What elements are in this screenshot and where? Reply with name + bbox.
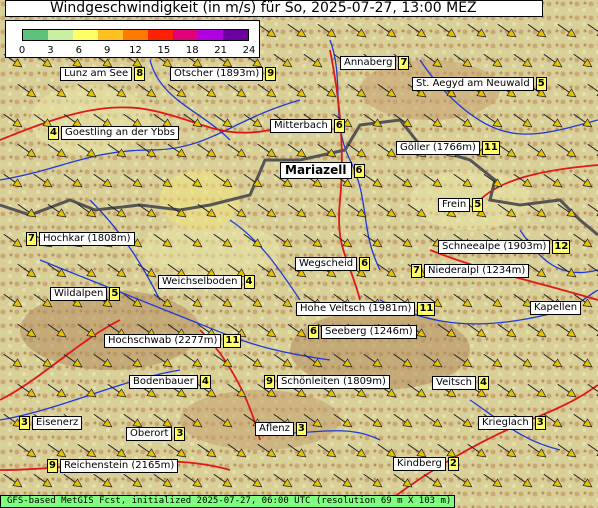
- place-label-hoheveitsch: Hohe Veitsch (1981m): [296, 302, 416, 316]
- legend-colorbar: [22, 29, 249, 41]
- wind-value-wildalpen: 5: [109, 287, 121, 301]
- place-label-schneealpe: Schneealpe (1903m): [438, 240, 551, 254]
- place-label-oetscher: Ötscher (1893m): [170, 67, 264, 81]
- place-label-seeberg: Seeberg (1246m): [321, 325, 417, 339]
- legend-swatch: [223, 30, 248, 40]
- place-label-hochkar: Hochkar (1808m): [39, 232, 135, 246]
- wind-value-frein: 5: [472, 198, 484, 212]
- wind-value-eisenerz: 3: [19, 416, 30, 430]
- wind-value-mitterbach: 6: [333, 119, 345, 133]
- legend-tick-label: 15: [157, 45, 171, 56]
- place-label-wildalpen: Wildalpen: [50, 287, 108, 301]
- place-label-mitterbach: Mitterbach: [270, 119, 332, 133]
- legend-swatch: [73, 30, 98, 40]
- legend-tick-label: 0: [18, 45, 26, 56]
- place-label-kapellen: Kapellen: [530, 301, 582, 315]
- model-footer: GFS-based MetGIS Fcst, initialized 2025-…: [0, 495, 455, 508]
- map-title: Windgeschwindigkeit (in m/s) für So, 202…: [5, 0, 543, 17]
- wind-value-schneealpe: 12: [552, 240, 571, 254]
- legend-swatch: [173, 30, 198, 40]
- wind-value-schoenleiten: 9: [264, 375, 275, 389]
- place-label-goeller: Göller (1766m): [396, 141, 480, 155]
- place-label-annaberg: Annaberg: [340, 56, 397, 70]
- place-label-schoenleiten: Schönleiten (1809m): [277, 375, 390, 389]
- legend-tick-label: 9: [103, 45, 111, 56]
- wind-value-niederalpl: 7: [411, 264, 422, 278]
- wind-value-hochkar: 7: [26, 232, 37, 246]
- place-label-niederalpl: Niederalpl (1234m): [424, 264, 530, 278]
- legend-tick-label: 21: [214, 45, 227, 56]
- wind-value-aegyd: 5: [535, 77, 547, 91]
- place-label-eisenerz: Eisenerz: [32, 416, 83, 430]
- place-label-lunz: Lunz am See: [60, 67, 133, 81]
- wind-value-goeller: 11: [481, 141, 500, 155]
- place-label-krieglach: Krieglach: [478, 416, 533, 430]
- wind-value-hochschwab: 11: [223, 334, 242, 348]
- wind-value-wegscheid: 6: [359, 257, 371, 271]
- wind-value-reichenstein: 9: [47, 459, 58, 473]
- legend-swatch: [98, 30, 123, 40]
- wind-value-seeberg: 6: [308, 325, 319, 339]
- place-label-aegyd: St. Aegyd am Neuwald: [412, 77, 534, 91]
- place-label-hochschwab: Hochschwab (2277m): [104, 334, 222, 348]
- legend-swatch: [23, 30, 48, 40]
- place-label-reichenstein: Reichenstein (2165m): [60, 459, 179, 473]
- legend-ticks: 0 3 6 9 12 15 18 21 24: [6, 45, 261, 57]
- legend-swatch: [148, 30, 173, 40]
- wind-value-oetscher: 9: [265, 67, 277, 81]
- wind-value-annaberg: 7: [398, 56, 410, 70]
- place-label-mariazell: Mariazell: [280, 162, 352, 179]
- wind-value-hoheveitsch: 11: [417, 302, 436, 316]
- wind-value-goestling: 4: [48, 126, 59, 140]
- place-label-goestling: Goestling an der Ybbs: [61, 126, 180, 140]
- wind-value-mariazell: 6: [353, 164, 365, 178]
- wind-value-lunz: 8: [134, 67, 146, 81]
- place-label-kindberg: Kindberg: [393, 457, 446, 471]
- wind-value-veitsch: 4: [477, 376, 489, 390]
- place-label-weichselboden: Weichselboden: [158, 275, 242, 289]
- legend-tick-label: 12: [129, 45, 142, 56]
- wind-value-aflenz: 3: [295, 422, 307, 436]
- legend-swatch: [48, 30, 73, 40]
- place-label-oberort: Oberort: [126, 427, 173, 441]
- wind-value-bodenbauer: 4: [199, 375, 211, 389]
- legend-tick-label: 6: [75, 45, 82, 56]
- legend-tick-label: 3: [47, 45, 54, 56]
- legend-tick-label: 18: [185, 45, 199, 56]
- speed-legend: 0 3 6 9 12 15 18 21 24: [5, 20, 260, 58]
- place-label-aflenz: Aflenz: [255, 422, 294, 436]
- wind-value-weichselboden: 4: [243, 275, 255, 289]
- wind-value-kindberg: 2: [447, 457, 459, 471]
- legend-swatch: [198, 30, 223, 40]
- place-label-frein: Frein: [438, 198, 471, 212]
- place-label-veitsch: Veitsch: [432, 376, 476, 390]
- place-label-wegscheid: Wegscheid: [295, 257, 358, 271]
- legend-tick-label: 24: [242, 45, 256, 56]
- wind-value-krieglach: 3: [534, 416, 546, 430]
- place-label-bodenbauer: Bodenbauer: [129, 375, 198, 389]
- legend-swatch: [123, 30, 148, 40]
- wind-value-oberort: 3: [174, 427, 186, 441]
